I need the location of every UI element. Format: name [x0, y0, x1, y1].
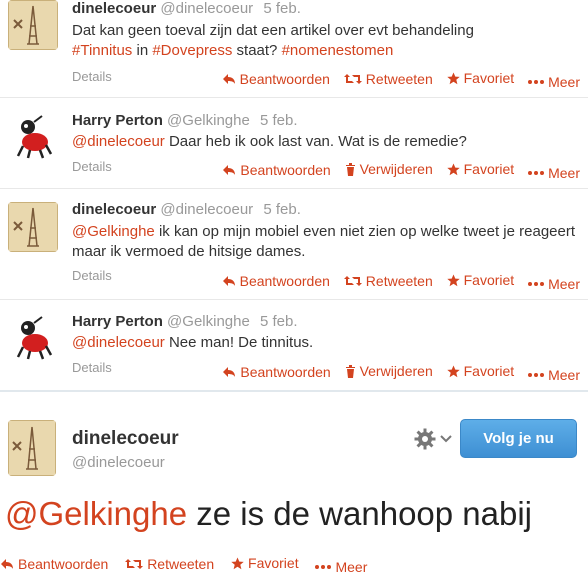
delete-button[interactable]: Verwijderen — [345, 363, 433, 379]
author-username[interactable]: @dinelecoeur — [160, 201, 253, 218]
author-fullname[interactable]: dinelecoeur — [72, 0, 156, 17]
favorite-button[interactable]: Favoriet — [446, 161, 514, 177]
follow-button[interactable]: Volg je nu — [460, 419, 577, 458]
details-link[interactable]: Details — [72, 69, 112, 84]
author-username[interactable]: @dinelecoeur — [72, 454, 165, 471]
star-icon — [231, 557, 244, 569]
details-link[interactable]: Details — [72, 159, 112, 174]
tweet-3[interactable]: dinelecoeur @dinelecoeur 5 feb. @Gelking… — [0, 189, 588, 299]
settings-dropdown[interactable] — [414, 428, 452, 450]
ellipsis-icon — [315, 564, 332, 569]
favorite-button[interactable]: Favoriet — [446, 272, 514, 288]
trash-icon — [345, 364, 355, 378]
chevron-down-icon — [440, 435, 452, 443]
delete-button[interactable]: Verwijderen — [345, 161, 433, 177]
more-button[interactable]: Meer — [528, 165, 580, 181]
favorite-button[interactable]: Favoriet — [446, 363, 514, 379]
tweet-timestamp[interactable]: 5 feb. — [260, 313, 298, 330]
avatar[interactable] — [8, 112, 58, 162]
author-fullname[interactable]: dinelecoeur — [72, 428, 179, 450]
retweet-icon — [343, 275, 362, 286]
avatar[interactable] — [8, 313, 58, 363]
gear-icon — [414, 428, 436, 450]
star-icon — [446, 163, 460, 175]
reply-arrow-icon — [223, 164, 236, 175]
star-icon — [446, 72, 460, 84]
tweet-actions: Beantwoorden Verwijderen Favoriet Meer — [212, 161, 580, 181]
eiffel-tower-avatar-icon — [8, 0, 58, 50]
tweet-actions: Beantwoorden Retweeten Favoriet Meer — [212, 70, 580, 90]
ellipsis-icon — [528, 170, 545, 175]
retweet-button[interactable]: Retweeten — [343, 71, 433, 87]
more-button[interactable]: Meer — [528, 276, 580, 292]
reply-arrow-icon — [222, 73, 235, 84]
tweet-2[interactable]: Harry Perton @Gelkinghe 5 feb. @dineleco… — [0, 98, 588, 188]
hashtag-link[interactable]: #Tinnitus — [72, 42, 132, 59]
author-fullname[interactable]: Harry Perton — [72, 112, 163, 129]
cartoon-dog-avatar-icon — [8, 112, 58, 162]
favorite-button[interactable]: Favoriet — [231, 555, 299, 571]
avatar[interactable] — [8, 0, 58, 50]
reply-button[interactable]: Beantwoorden — [0, 556, 108, 572]
more-button[interactable]: Meer — [528, 74, 580, 90]
mention-link[interactable]: @dinelecoeur — [72, 133, 165, 150]
retweet-icon — [125, 558, 144, 569]
reply-button[interactable]: Beantwoorden — [222, 71, 330, 87]
hashtag-link[interactable]: #nomenestomen — [282, 42, 394, 59]
mention-link[interactable]: @dinelecoeur — [72, 334, 165, 351]
star-icon — [446, 365, 460, 377]
tweet-text: @dinelecoeur Daar heb ik ook last van. W… — [72, 133, 467, 150]
reply-arrow-icon — [1, 558, 13, 569]
tweet-text: Dat kan geen toeval zijn dat een artikel… — [72, 22, 474, 59]
retweet-button[interactable]: Retweeten — [125, 556, 214, 572]
tweet-timestamp[interactable]: 5 feb. — [263, 201, 301, 218]
hashtag-link[interactable]: #Dovepress — [152, 42, 232, 59]
author-fullname[interactable]: Harry Perton — [72, 313, 163, 330]
tweet-actions: Beantwoorden Verwijderen Favoriet Meer — [212, 363, 580, 383]
details-link[interactable]: Details — [72, 268, 112, 283]
expanded-tweet-text: @Gelkinghe ze is de wanhoop nabij — [5, 495, 533, 532]
tweet-timestamp[interactable]: 5 feb. — [263, 0, 301, 17]
tweet-text: @dinelecoeur Nee man! De tinnitus. — [72, 334, 314, 351]
tweet-4[interactable]: Harry Perton @Gelkinghe 5 feb. @dineleco… — [0, 300, 588, 388]
more-button[interactable]: Meer — [528, 367, 580, 383]
reply-arrow-icon — [223, 366, 236, 377]
author-fullname[interactable]: dinelecoeur — [72, 201, 156, 218]
star-icon — [446, 274, 460, 286]
avatar[interactable] — [8, 420, 56, 476]
details-link[interactable]: Details — [72, 360, 112, 375]
tweet-text: @Gelkinghe ik kan op mijn mobiel even ni… — [72, 223, 576, 260]
ellipsis-icon — [528, 79, 545, 84]
cartoon-dog-avatar-icon — [8, 313, 58, 363]
author-username[interactable]: @Gelkinghe — [167, 112, 250, 129]
expanded-tweet-actions: Beantwoorden Retweeten Favoriet Meer — [0, 555, 380, 575]
mention-link[interactable]: @Gelkinghe — [5, 495, 187, 532]
ellipsis-icon — [528, 281, 545, 286]
retweet-button[interactable]: Retweeten — [343, 273, 433, 289]
author-username[interactable]: @dinelecoeur — [160, 0, 253, 17]
retweet-icon — [343, 73, 362, 84]
mention-link[interactable]: @Gelkinghe — [72, 223, 155, 240]
reply-button[interactable]: Beantwoorden — [222, 364, 331, 380]
tweet-1[interactable]: dinelecoeur @dinelecoeur 5 feb. Dat kan … — [0, 0, 588, 96]
tweet-timestamp[interactable]: 5 feb. — [260, 112, 298, 129]
eiffel-tower-avatar-icon — [8, 202, 58, 252]
author-username[interactable]: @Gelkinghe — [167, 313, 250, 330]
divider — [0, 390, 588, 392]
favorite-button[interactable]: Favoriet — [446, 70, 514, 86]
ellipsis-icon — [528, 372, 545, 377]
more-button[interactable]: Meer — [315, 559, 367, 575]
tweet-actions: Beantwoorden Retweeten Favoriet Meer — [212, 272, 580, 292]
reply-button[interactable]: Beantwoorden — [222, 273, 330, 289]
eiffel-tower-avatar-icon — [8, 420, 56, 476]
reply-arrow-icon — [222, 275, 235, 286]
trash-icon — [345, 162, 355, 176]
reply-button[interactable]: Beantwoorden — [222, 162, 331, 178]
avatar[interactable] — [8, 202, 58, 252]
